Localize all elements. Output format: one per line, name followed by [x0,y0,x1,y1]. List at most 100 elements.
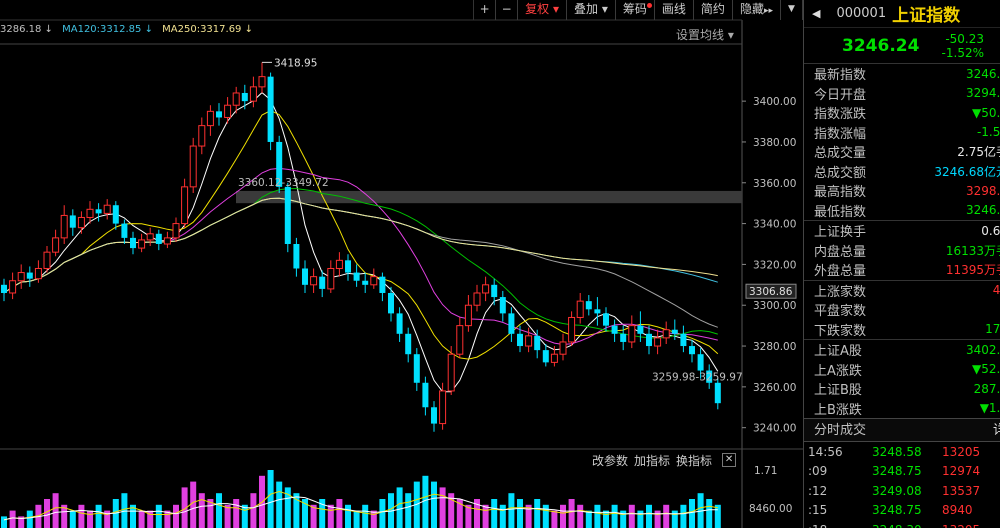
stat-label: 上B涨跌 [814,402,862,418]
candle-body [216,111,222,118]
candle-body [172,223,180,239]
stat-value: 11395万手 [945,263,1000,278]
volume-bar [508,493,515,528]
diejia-label: 叠加 [574,2,599,16]
ma-line [3,91,719,393]
stat-value: 16133万手 [945,243,1000,258]
switch-indicator-button[interactable]: 换指标 [676,452,712,469]
stat-value: ▼52.7 [972,362,1000,377]
stat-value: 287.7 [973,381,1000,396]
trade-time: 14:56 [808,444,843,459]
candle-body [146,233,154,241]
diejia-button[interactable]: 叠加 ▾ [567,0,616,20]
y-tick-label: 3300.00 [753,300,796,312]
volume-bar [26,510,33,528]
candle-body [542,350,549,363]
stat-label: 上涨家数 [814,284,867,300]
candle-body [628,325,636,343]
volume-bar [241,504,248,528]
stat-row: 最低指数 3246.2 [804,201,1000,221]
volume-bar [585,510,592,528]
kline-chart-area[interactable]: 3400.00 3380.00 3360.00 3340.00 3320.00 3300.… [0,0,803,528]
candle-body [327,267,335,290]
candle-body [671,329,678,334]
stat-row: 上证A股 3402.7 [804,340,1000,360]
trade-row: :15 3248.75 8940 [804,501,1000,521]
volume-bar [69,510,76,528]
candle-body [155,233,162,244]
volume-bar [611,504,618,528]
volume-bar [216,493,222,528]
candle-body [310,276,318,286]
candle-body [77,216,85,229]
candle-body [249,86,257,102]
stat-row: 总成交额 3246.68亿元 [804,162,1000,182]
change-params-button[interactable]: 改参数 [592,452,628,469]
candle-body [1,284,7,293]
trades-title: 分时成交 [814,423,867,438]
stat-label: 指数涨跌 [814,107,867,123]
volume-tick-label: 8460.00 [749,503,792,515]
candle-body [508,313,515,334]
collapse-arrow-icon[interactable]: ◀ [812,7,820,20]
zoom-in-button[interactable]: + [474,0,497,20]
candle-body [258,76,266,88]
quote-panel: ◀ 000001 上证指数 3246.24 -50.23 -1.52% 最新指数… [803,0,1000,528]
trade-time: :18 [804,523,872,528]
trades-detail-link[interactable]: 详 [993,419,1000,443]
candle-body [689,346,695,355]
add-indicator-button[interactable]: 加指标 [634,452,670,469]
zoom-out-button[interactable]: − [496,0,519,20]
candle-body [714,382,721,404]
chevron-down-icon: ▾ [601,2,608,16]
trade-row: :12 3249.08 13537 [804,481,1000,501]
candle-body [594,309,601,314]
trade-time: :15 [808,503,828,518]
stat-row: 上涨家数 47 [804,281,1000,301]
volume-bar [9,510,16,528]
candle-body [181,186,189,225]
candle-body [396,313,403,334]
price-band [236,190,742,204]
stat-value: -1.52 [976,125,1000,140]
trades-header[interactable]: 分时成交 详 [804,418,1000,442]
trade-price: 3249.08 [872,483,922,498]
scroll-down-button[interactable]: ▼ [781,0,803,20]
volume-bar [439,487,446,528]
stat-value: 3246.2 [966,66,1000,81]
candle-body [525,335,533,347]
candle-body [95,209,102,214]
fuquan-button[interactable]: 复权 ▾ [518,0,568,20]
candle-body [17,272,25,282]
candle-body [697,354,704,371]
chouma-button[interactable]: 筹码 [616,0,655,20]
volume-bar [646,504,652,528]
volume-bar [138,510,145,528]
volume-bar [95,504,102,528]
huaxian-button[interactable]: 画线 [655,0,694,20]
stat-row: 下跌家数 172 [804,320,1000,340]
yincang-button[interactable]: 隐藏▸▸ [733,0,781,20]
volume-bar [198,493,205,528]
candle-body [456,325,464,355]
close-icon[interactable]: ✕ [722,453,737,467]
candle-body [603,313,609,326]
stat-row: 平盘家数6 [804,300,1000,320]
candle-body [189,145,197,188]
volume-bar [155,504,162,528]
volume-ma-line [3,496,718,521]
stat-label: 上证A股 [814,344,862,360]
volume-bar [577,504,584,528]
candle-body [319,276,326,289]
jianyue-button[interactable]: 简约 [694,0,733,20]
kline-chart[interactable]: 3400.00 3380.00 3360.00 3340.00 3320.00 3300.… [0,0,803,528]
y-tick-label: 3380.00 [753,137,796,149]
trade-row: :183248.3013205 [804,520,1000,528]
ma-settings-button[interactable]: 设置均线 ▾ [676,26,734,43]
candle-body [267,76,274,142]
candle-body [284,186,291,244]
candle-body [370,276,378,286]
stat-value: 3402.7 [966,342,1000,357]
stat-value: 3294.7 [966,86,1000,101]
ma-line [3,197,718,294]
